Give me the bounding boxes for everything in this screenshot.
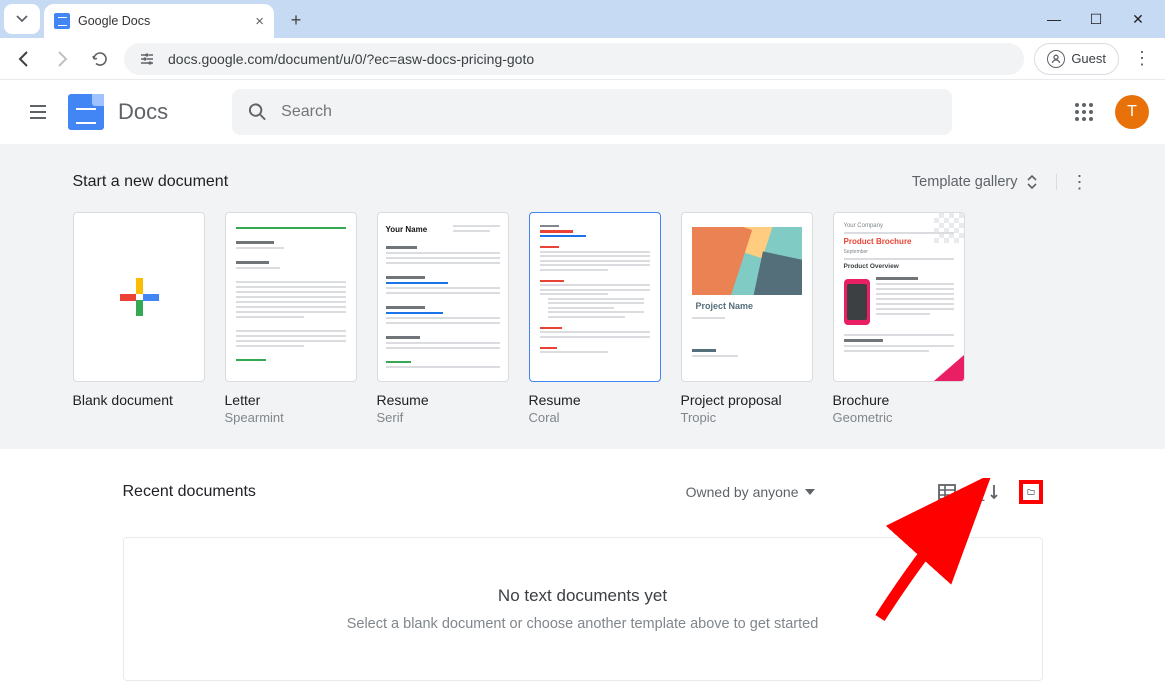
browser-address-bar: docs.google.com/document/u/0/?ec=asw-doc…	[0, 38, 1165, 80]
empty-title: No text documents yet	[144, 586, 1022, 606]
tab-search-button[interactable]	[4, 4, 40, 34]
window-maximize-button[interactable]: ☐	[1087, 11, 1105, 28]
new-tab-button[interactable]: +	[282, 6, 310, 34]
sort-button[interactable]: AZ	[977, 480, 1001, 504]
template-gallery-button[interactable]: Template gallery	[912, 174, 1057, 190]
search-icon	[248, 102, 267, 122]
profile-chip[interactable]: Guest	[1034, 43, 1119, 75]
url-input[interactable]: docs.google.com/document/u/0/?ec=asw-doc…	[124, 43, 1024, 75]
reload-button[interactable]	[86, 45, 114, 73]
site-settings-icon[interactable]	[138, 50, 156, 68]
template-label: Project proposal	[681, 392, 813, 408]
proposal-thumb-title: Project Name	[696, 301, 754, 311]
forward-button[interactable]	[48, 45, 76, 73]
window-close-button[interactable]: ✕	[1129, 11, 1147, 28]
template-label: Brochure	[833, 392, 965, 408]
owned-by-filter[interactable]: Owned by anyone	[686, 484, 815, 500]
template-gallery-label: Template gallery	[912, 174, 1018, 190]
dropdown-icon	[805, 489, 815, 495]
template-label: Blank document	[73, 392, 205, 408]
template-resume-coral[interactable]: Resume Coral	[529, 212, 661, 425]
template-resume-serif[interactable]: Your Name	[377, 212, 509, 425]
arrow-left-icon	[15, 50, 33, 68]
window-minimize-button[interactable]: —	[1045, 11, 1063, 28]
chevron-down-icon	[16, 13, 28, 25]
templates-title: Start a new document	[73, 173, 229, 191]
template-sub: Tropic	[681, 410, 813, 425]
svg-text:Z: Z	[978, 492, 985, 502]
sort-az-icon: AZ	[978, 482, 1000, 502]
search-input[interactable]	[281, 103, 936, 121]
main-menu-button[interactable]	[16, 90, 60, 134]
templates-section: Start a new document Template gallery ⋮ …	[0, 144, 1165, 449]
back-button[interactable]	[10, 45, 38, 73]
template-sub: Coral	[529, 410, 661, 425]
empty-subtitle: Select a blank document or choose anothe…	[144, 616, 1022, 632]
chrome-menu-button[interactable]: ⋮	[1129, 48, 1155, 69]
url-text: docs.google.com/document/u/0/?ec=asw-doc…	[168, 51, 534, 67]
empty-state: No text documents yet Select a blank doc…	[123, 537, 1043, 681]
app-name: Docs	[118, 99, 168, 125]
template-blank[interactable]: Blank document	[73, 212, 205, 425]
template-letter-spearmint[interactable]: Letter Spearmint	[225, 212, 357, 425]
template-brochure[interactable]: Your Company Product Brochure September …	[833, 212, 965, 425]
hamburger-icon	[28, 102, 48, 122]
template-label: Resume	[377, 392, 509, 408]
proposal-hero-image	[692, 227, 802, 295]
templates-more-button[interactable]: ⋮	[1057, 172, 1093, 193]
template-label: Resume	[529, 392, 661, 408]
recent-title: Recent documents	[123, 483, 256, 501]
guest-label: Guest	[1071, 51, 1106, 66]
owned-by-label: Owned by anyone	[686, 484, 799, 500]
browser-tab[interactable]: Google Docs ×	[44, 4, 274, 38]
docs-favicon-icon	[54, 13, 70, 29]
browser-tab-strip: Google Docs × + — ☐ ✕	[0, 0, 1165, 38]
recent-section: Recent documents Owned by anyone AZ No t…	[123, 471, 1043, 681]
unfold-icon	[1026, 174, 1038, 190]
template-label: Letter	[225, 392, 357, 408]
open-file-picker-button[interactable]	[1019, 480, 1043, 504]
reload-icon	[91, 50, 109, 68]
template-sub: Geometric	[833, 410, 965, 425]
tab-title: Google Docs	[78, 14, 247, 28]
account-avatar[interactable]: T	[1115, 95, 1149, 129]
docs-logo-icon[interactable]	[68, 94, 104, 130]
template-sub: Serif	[377, 410, 509, 425]
app-header: Docs T	[0, 80, 1165, 144]
guest-avatar-icon	[1047, 50, 1065, 68]
search-box[interactable]	[232, 89, 952, 135]
tab-close-button[interactable]: ×	[255, 13, 264, 30]
template-row: Blank document	[73, 212, 1093, 425]
template-sub: Spearmint	[225, 410, 357, 425]
window-controls: — ☐ ✕	[1045, 11, 1165, 38]
list-view-button[interactable]	[935, 480, 959, 504]
template-project-proposal[interactable]: Project Name Project proposal Tropic	[681, 212, 813, 425]
plus-icon	[120, 278, 158, 316]
google-apps-button[interactable]	[1075, 103, 1093, 121]
folder-icon	[1027, 483, 1035, 501]
arrow-right-icon	[53, 50, 71, 68]
list-view-icon	[937, 482, 957, 502]
